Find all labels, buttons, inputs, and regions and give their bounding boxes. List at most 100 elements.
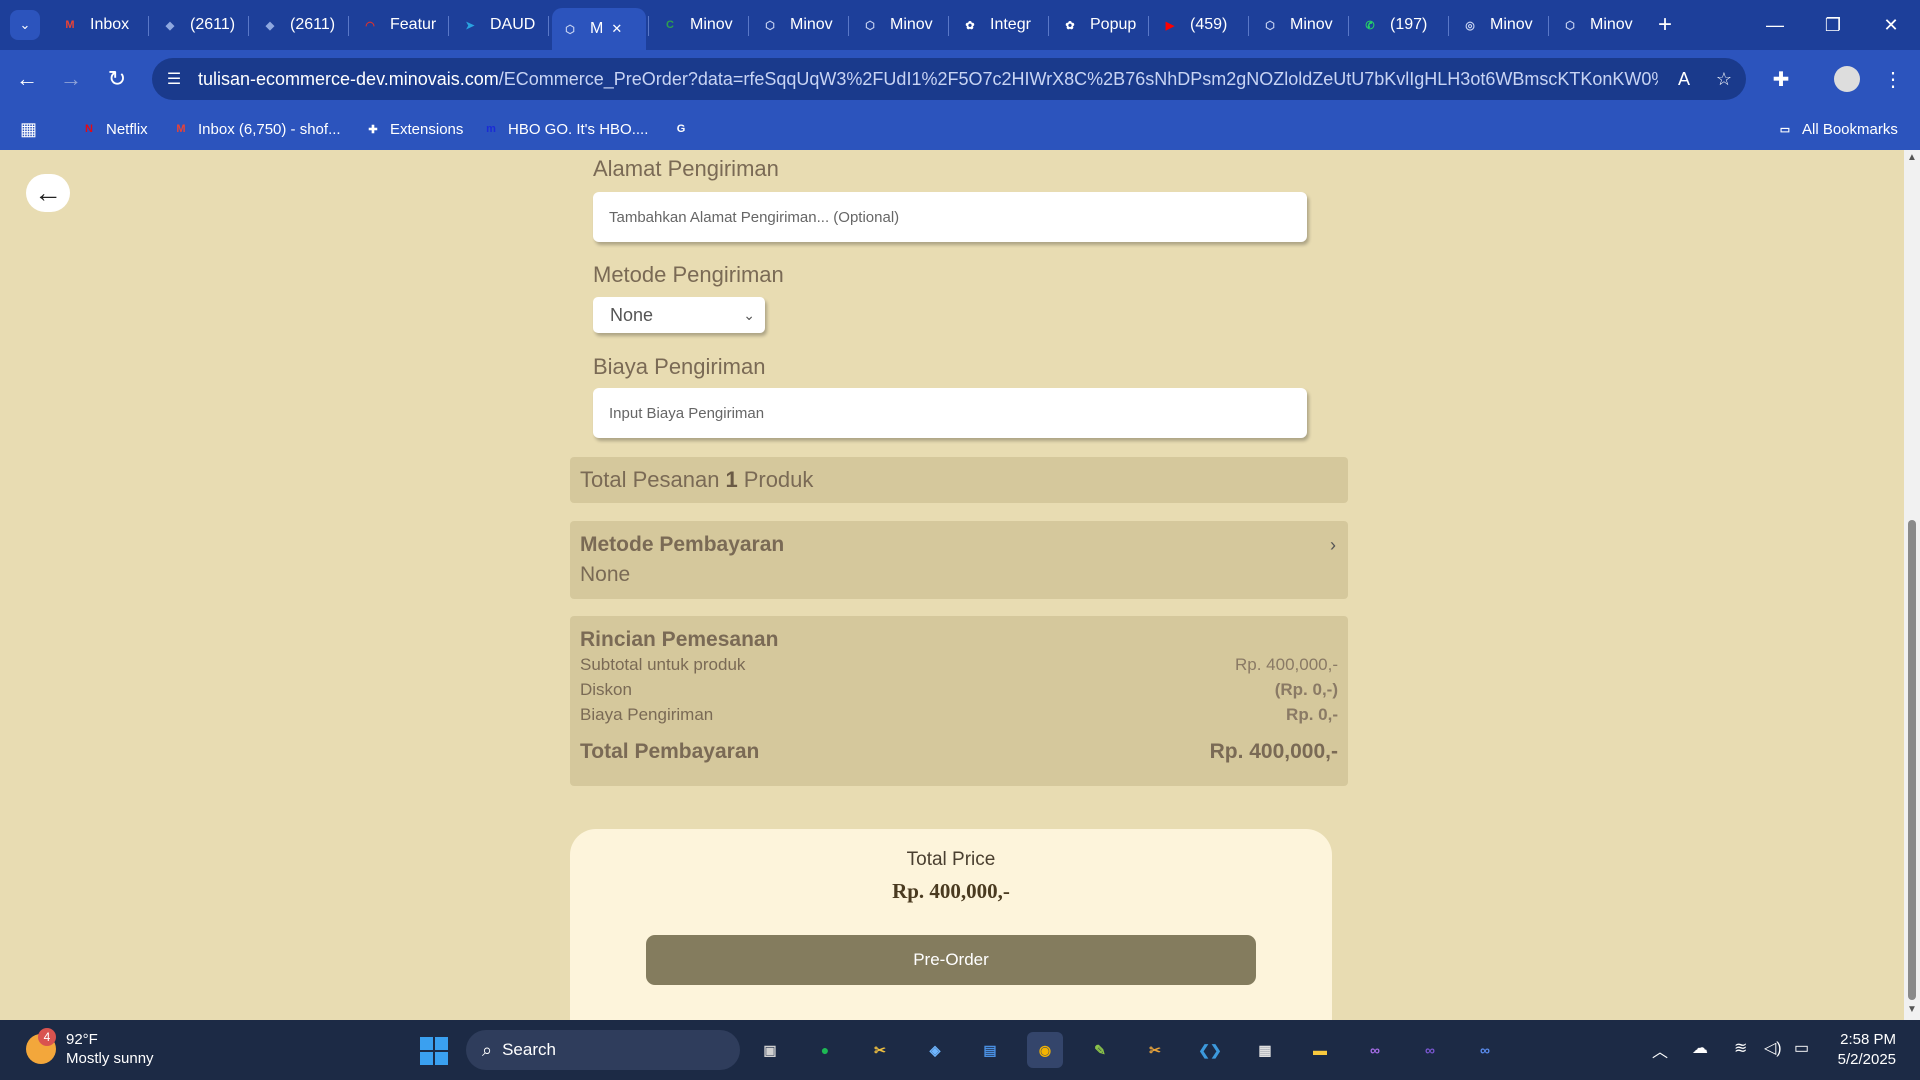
weather-desc: Mostly sunny — [66, 1050, 154, 1067]
close-window-button[interactable]: ✕ — [1868, 10, 1914, 40]
order-total-suffix: Produk — [743, 467, 814, 492]
leaf-icon: C — [666, 19, 674, 31]
browser-tab[interactable]: ⬡ Minov — [752, 8, 846, 42]
all-bookmarks-button[interactable]: ▭ All Bookmarks — [1776, 116, 1898, 142]
price-summary-panel: Total Price Rp. 400,000,- Pre-Order — [570, 829, 1332, 1020]
file-explorer-icon[interactable]: ▬ — [1302, 1032, 1338, 1068]
tab-label: Minov — [690, 16, 733, 33]
netflix-icon: N — [85, 123, 93, 135]
openai-icon: ✿ — [1065, 19, 1075, 32]
weather-widget[interactable]: 4 92°F Mostly sunny — [26, 1028, 154, 1068]
vscode-icon[interactable]: ❮❯ — [1192, 1032, 1228, 1068]
browser-tab[interactable]: ◆ (2611) — [152, 8, 246, 42]
scrollbar-thumb[interactable] — [1908, 520, 1916, 1000]
address-bar[interactable]: ☰ tulisan-ecommerce-dev.minovais.com/ECo… — [152, 58, 1746, 100]
taskbar-search-label: Search — [502, 1040, 556, 1059]
browser-tab[interactable]: ⬡ Minov — [852, 8, 946, 42]
copilot-icon[interactable]: ◈ — [917, 1032, 953, 1068]
payment-method-card[interactable]: Metode Pembayaran None › — [570, 521, 1348, 599]
scroll-up-arrow-icon[interactable]: ▲ — [1904, 152, 1920, 166]
minimize-button[interactable]: — — [1752, 10, 1798, 40]
browser-tab[interactable]: M Inbox — [52, 8, 146, 42]
page-scrollbar[interactable]: ▲ ▼ — [1904, 150, 1920, 1020]
browser-toolbar: ← → ↻ ☰ tulisan-ecommerce-dev.minovais.c… — [0, 50, 1920, 108]
bookmark-item[interactable]: G — [672, 116, 698, 142]
browser-tab[interactable]: ➤ DAUD — [452, 8, 546, 42]
task-view-icon[interactable]: ▣ — [752, 1032, 788, 1068]
apps-grid-icon[interactable]: ▦ — [20, 116, 37, 142]
tab-search-chevron-icon[interactable]: ⌄ — [10, 10, 40, 40]
youtube-icon: ▶ — [1165, 19, 1175, 32]
folder-icon: ▭ — [1779, 123, 1791, 136]
windows-start-icon[interactable] — [420, 1037, 448, 1065]
bookmark-star-icon[interactable]: ☆ — [1712, 67, 1736, 91]
restore-button[interactable]: ❐ — [1810, 10, 1856, 40]
battery-icon[interactable]: ▭ — [1794, 1038, 1809, 1058]
more-menu-icon[interactable]: ⋮ — [1878, 64, 1908, 94]
site-info-icon[interactable]: ☰ — [162, 67, 186, 91]
browser-tab[interactable]: ✿ Popup — [1052, 8, 1146, 42]
visual-studio-icon[interactable]: ∞ — [1357, 1032, 1393, 1068]
chrome-icon[interactable]: ◉ — [1027, 1032, 1063, 1068]
browser-tab[interactable]: ✆ (197) — [1352, 8, 1446, 42]
scroll-down-arrow-icon[interactable]: ▼ — [1904, 1004, 1920, 1018]
tab-label: M — [590, 20, 604, 37]
shipping-method-select[interactable]: None ⌄ — [593, 297, 765, 333]
back-arrow-icon[interactable]: ← — [12, 64, 42, 94]
taskbar-search[interactable]: ⌕ Search — [466, 1030, 740, 1070]
translate-icon[interactable]: A — [1672, 67, 1696, 91]
onedrive-icon[interactable]: ☁ — [1692, 1038, 1708, 1058]
tab-label: Inbox — [90, 16, 130, 33]
visual-studio-2-icon[interactable]: ∞ — [1412, 1032, 1448, 1068]
tools-icon[interactable]: ✂ — [862, 1032, 898, 1068]
bookmark-item[interactable]: m HBO GO. It's HBO.... — [482, 116, 648, 142]
bookmark-item[interactable]: M Inbox (6,750) - shof... — [172, 116, 340, 142]
browser-tab[interactable]: ✿ Integr — [952, 8, 1046, 42]
browser-tab[interactable]: ◠ Featur — [352, 8, 446, 42]
doc-tool-icon[interactable]: ▦ — [1247, 1032, 1283, 1068]
volume-icon[interactable]: ◁) — [1764, 1038, 1782, 1058]
new-tab-button[interactable]: + — [1652, 11, 1678, 38]
extensions-puzzle-icon[interactable]: ✚ — [1766, 64, 1796, 94]
url-text[interactable]: tulisan-ecommerce-dev.minovais.com/EComm… — [198, 69, 1658, 90]
close-tab-icon[interactable]: ✕ — [611, 21, 622, 37]
openai-icon: ✿ — [965, 19, 975, 32]
tray-overflow-chevron-icon[interactable]: ︿ — [1652, 1038, 1668, 1062]
remote-desktop-icon[interactable]: ▤ — [972, 1032, 1008, 1068]
shipping-cost-row: Biaya Pengiriman Rp. 0,- — [580, 702, 1338, 727]
shipping-cost-input[interactable]: Input Biaya Pengiriman — [593, 388, 1307, 438]
tab-label: (2611) — [290, 16, 336, 33]
notepad-plus-icon[interactable]: ✎ — [1082, 1032, 1118, 1068]
order-total-card: Total Pesanan 1 Produk — [570, 457, 1348, 503]
meta-icon[interactable]: ∞ — [1467, 1032, 1503, 1068]
tab-label: Minov — [890, 16, 933, 33]
snipping-icon[interactable]: ✂ — [1137, 1032, 1173, 1068]
tab-label: Featur — [390, 16, 437, 33]
spotify-icon[interactable]: ● — [807, 1032, 843, 1068]
browser-tab[interactable]: ⬡ Minov — [1252, 8, 1346, 42]
system-clock[interactable]: 2:58 PM 5/2/2025 — [1838, 1030, 1896, 1070]
browser-tab[interactable]: ⬡ M ✕ — [552, 8, 646, 50]
browser-tab[interactable]: C Minov — [652, 8, 746, 42]
profile-avatar[interactable] — [1832, 64, 1862, 94]
weather-badge: 4 — [38, 1028, 56, 1046]
shipping-cost-row-label: Biaya Pengiriman — [580, 704, 714, 724]
shipping-cost-label: Biaya Pengiriman — [593, 354, 766, 379]
forward-arrow-icon[interactable]: → — [56, 64, 86, 94]
shipping-address-input[interactable]: Tambahkan Alamat Pengiriman... (Optional… — [593, 192, 1307, 242]
tab-label: Popup — [1090, 16, 1137, 33]
chevron-down-icon: ⌄ — [743, 306, 755, 323]
wifi-icon[interactable]: ≋ — [1734, 1038, 1747, 1058]
back-button[interactable]: ← — [26, 174, 70, 212]
clock-date: 5/2/2025 — [1837, 1051, 1896, 1068]
discount-row: Diskon (Rp. 0,-) — [580, 677, 1338, 702]
bookmark-item[interactable]: N Netflix — [80, 116, 148, 142]
reload-icon[interactable]: ↻ — [102, 64, 132, 94]
pre-order-button[interactable]: Pre-Order — [646, 935, 1256, 985]
browser-tab[interactable]: ◎ Minov — [1452, 8, 1546, 42]
browser-tab[interactable]: ◆ (2611) — [252, 8, 346, 42]
bookmark-item[interactable]: ✚ Extensions — [364, 116, 463, 142]
sun-icon: 4 — [26, 1028, 56, 1064]
browser-tab[interactable]: ▶ (459) — [1152, 8, 1246, 42]
browser-tab[interactable]: ⬡ Minov — [1552, 8, 1646, 42]
